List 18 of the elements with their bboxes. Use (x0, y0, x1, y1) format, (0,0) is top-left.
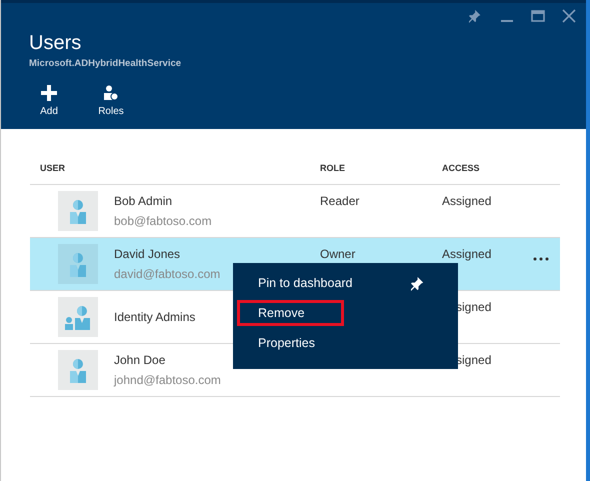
access-text: signed (456, 353, 492, 367)
column-header: ROLE (320, 162, 346, 172)
blade-subtitle: Microsoft.ADHybridHealthService (29, 58, 182, 69)
user-email: johnd@fabtoso.com (114, 373, 221, 387)
user-name: Bob Admin (114, 194, 174, 208)
column-header: ACCESS (442, 162, 481, 172)
column-header: USER (39, 162, 66, 172)
user-email: david@fabtoso.com (114, 267, 220, 281)
role-text: Owner (320, 247, 356, 261)
user-email: bob@fabtoso.com (114, 214, 212, 228)
user-name: John Doe (114, 353, 166, 367)
access-text: signed (456, 300, 492, 314)
access-text: Assigned (442, 247, 492, 261)
user-name: David Jones (114, 247, 182, 261)
access-text: Assigned (442, 194, 492, 208)
role-text: Reader (320, 194, 360, 208)
user-name: Identity Admins (114, 310, 196, 324)
blade-title: Users (29, 31, 82, 55)
